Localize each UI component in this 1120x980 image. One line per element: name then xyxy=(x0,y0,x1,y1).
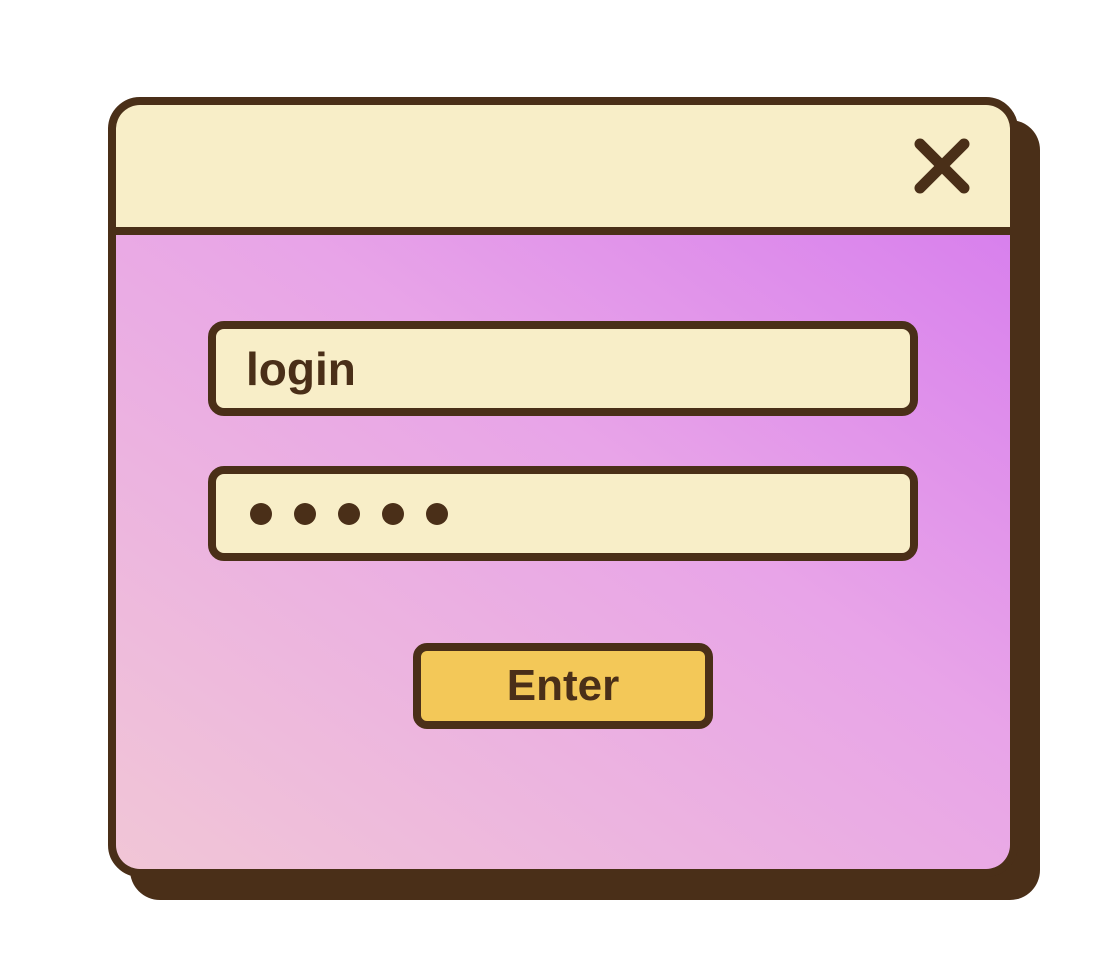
password-input[interactable] xyxy=(246,503,448,525)
password-dot xyxy=(294,503,316,525)
password-field-wrapper[interactable] xyxy=(208,466,918,561)
login-window: Enter xyxy=(108,97,1018,877)
password-dot xyxy=(426,503,448,525)
password-dot xyxy=(338,503,360,525)
enter-button[interactable]: Enter xyxy=(413,643,713,729)
login-input[interactable] xyxy=(246,342,910,396)
enter-button-label: Enter xyxy=(507,661,619,711)
close-icon xyxy=(912,136,972,196)
close-button[interactable] xyxy=(910,134,974,198)
login-field-wrapper xyxy=(208,321,918,416)
password-dot xyxy=(250,503,272,525)
password-dot xyxy=(382,503,404,525)
login-body: Enter xyxy=(116,235,1010,869)
titlebar xyxy=(116,105,1010,235)
